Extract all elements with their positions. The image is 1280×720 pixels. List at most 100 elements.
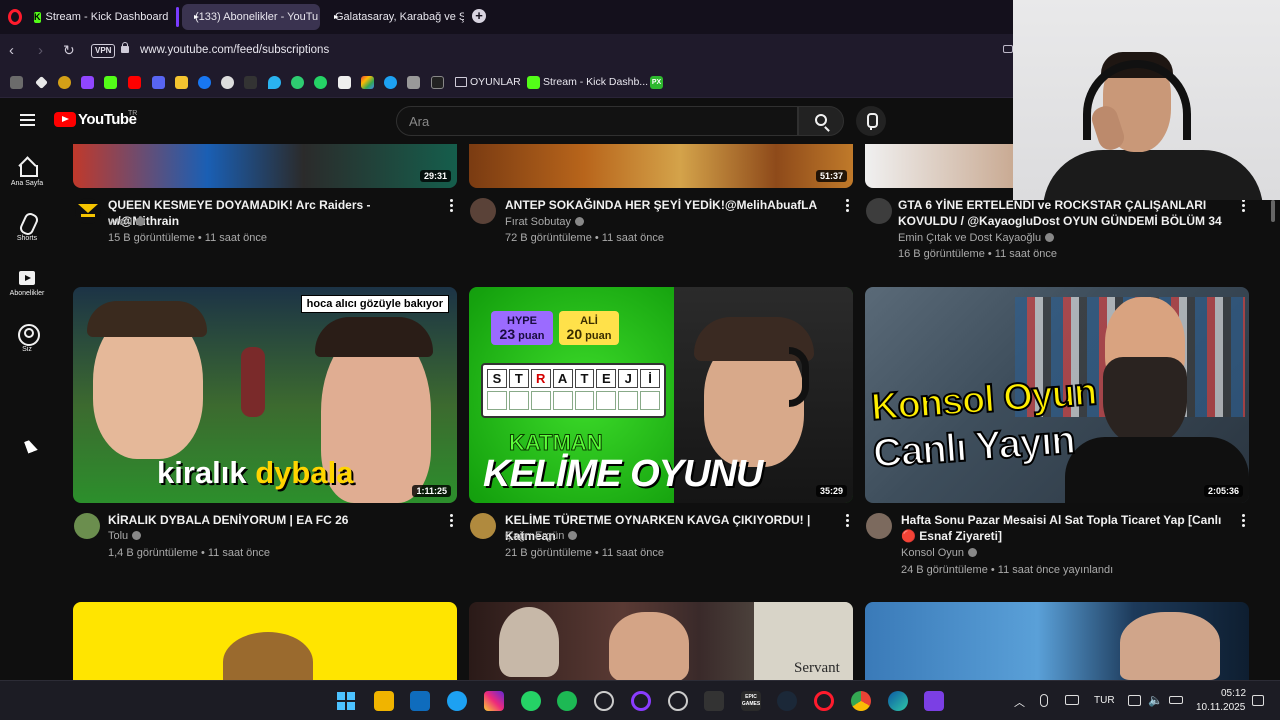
chatgpt-icon[interactable] <box>594 691 614 711</box>
channel-avatar[interactable] <box>74 513 100 539</box>
more-options-icon[interactable] <box>1241 199 1245 213</box>
px-icon[interactable]: PX <box>650 76 663 89</box>
video-title[interactable]: Hafta Sonu Pazar Mesaisi Al Sat Topla Ti… <box>901 512 1231 544</box>
app-icon[interactable] <box>704 691 724 711</box>
url-field[interactable]: www.youtube.com/feed/subscriptions <box>140 44 329 56</box>
language-indicator[interactable]: TUR <box>1094 695 1115 706</box>
video-thumbnail[interactable] <box>73 602 457 680</box>
tab-subscriptions[interactable]: (133) Abonelikler - YouTu <box>182 4 320 30</box>
instagram-icon[interactable] <box>484 691 504 711</box>
chatgpt-icon[interactable] <box>221 76 234 89</box>
channel-name[interactable]: wtcN <box>108 216 146 228</box>
channel-name[interactable]: Emin Çıtak ve Dost Kayaoğlu <box>898 232 1055 244</box>
camera-icon[interactable] <box>1003 45 1013 53</box>
more-options-icon[interactable] <box>449 199 453 213</box>
bookmark-icon[interactable] <box>58 76 71 89</box>
youtube-logo-icon[interactable] <box>54 112 76 127</box>
channel-avatar[interactable] <box>866 513 892 539</box>
clock-date[interactable]: 10.11.2025 <box>1196 702 1245 713</box>
keyboard-icon[interactable] <box>1065 695 1079 705</box>
video-thumbnail[interactable] <box>865 602 1249 680</box>
steam-icon[interactable] <box>777 691 797 711</box>
bookmark-icon[interactable] <box>244 76 257 89</box>
bookmark-icon[interactable] <box>291 76 304 89</box>
reload-icon[interactable]: ↻ <box>63 42 75 59</box>
video-thumbnail[interactable]: hoca alıcı gözüyle bakıyor kiralık dybal… <box>73 287 457 503</box>
sidebar-item-subscriptions[interactable]: Abonelikler <box>0 267 54 297</box>
channel-name[interactable]: Konsol Oyun <box>901 547 977 559</box>
edge-icon[interactable] <box>888 691 908 711</box>
document-icon[interactable] <box>338 76 351 89</box>
menu-icon[interactable] <box>20 114 35 126</box>
tray-expand-icon[interactable]: ︿ <box>1014 694 1025 710</box>
bookmark-icon[interactable] <box>384 76 397 89</box>
video-thumbnail[interactable]: 29:31 <box>73 144 457 188</box>
bookmark-icon[interactable] <box>361 76 374 89</box>
bookmark-icon[interactable] <box>268 76 281 89</box>
facebook-icon[interactable] <box>198 76 211 89</box>
folder-icon[interactable] <box>455 77 467 87</box>
youtube-icon[interactable] <box>128 76 141 89</box>
more-options-icon[interactable] <box>845 514 849 528</box>
sidebar-item-you[interactable]: Siz <box>0 323 54 353</box>
clock-time[interactable]: 05:12 <box>1221 688 1246 699</box>
new-tab-button[interactable]: + <box>472 9 486 23</box>
obs-clapper-icon[interactable] <box>924 691 944 711</box>
opera-icon[interactable] <box>814 691 834 711</box>
lock-icon[interactable] <box>121 42 129 53</box>
vpn-badge[interactable]: VPN <box>91 44 116 58</box>
video-title[interactable]: GTA 6 YİNE ERTELENDİ ve ROCKSTAR ÇALIŞAN… <box>898 197 1228 229</box>
whatsapp-icon[interactable] <box>521 691 541 711</box>
video-title[interactable]: KİRALIK DYBALA DENİYORUM | EA FC 26 <box>108 512 438 528</box>
bookmark-icon[interactable] <box>175 76 188 89</box>
search-input[interactable] <box>409 107 789 135</box>
tab-galatasaray[interactable]: Galatasaray, Karabağ ve Ş <box>322 4 464 30</box>
bookmark-icon[interactable] <box>35 76 48 89</box>
more-options-icon[interactable] <box>449 514 453 528</box>
more-options-icon[interactable] <box>845 199 849 213</box>
twitter-icon[interactable] <box>447 691 467 711</box>
chrome-icon[interactable] <box>851 691 871 711</box>
bookmark-icon[interactable] <box>431 76 444 89</box>
video-thumbnail[interactable]: HYPE 23 puan ALİ 20 puan S T R A T E J İ K… <box>469 287 853 503</box>
video-thumbnail[interactable]: Servant <box>469 602 853 680</box>
battery-icon[interactable] <box>1169 696 1183 704</box>
network-icon[interactable] <box>1128 695 1141 706</box>
file-explorer-icon[interactable] <box>374 691 394 711</box>
whatsapp-icon[interactable] <box>314 76 327 89</box>
channel-name[interactable]: Fırat Sobutay <box>505 216 585 228</box>
app-icon[interactable] <box>631 691 651 711</box>
more-options-icon[interactable] <box>1241 514 1245 528</box>
opera-logo-icon[interactable] <box>8 9 22 25</box>
sidebar-item-home[interactable]: Ana Sayfa <box>0 157 54 187</box>
bookmark-icon[interactable] <box>10 76 23 89</box>
channel-avatar[interactable] <box>75 198 101 224</box>
voice-search-button[interactable] <box>856 106 886 136</box>
volume-icon[interactable]: 🔈 <box>1148 693 1163 707</box>
forward-icon[interactable]: › <box>38 42 43 59</box>
twitch-icon[interactable] <box>81 76 94 89</box>
notifications-icon[interactable] <box>1252 695 1264 706</box>
search-button[interactable] <box>798 106 844 136</box>
discord-icon[interactable] <box>152 76 165 89</box>
outlook-icon[interactable] <box>410 691 430 711</box>
bookmark-kick-label[interactable]: Stream - Kick Dashb... <box>543 76 648 88</box>
back-icon[interactable]: ‹ <box>9 42 14 59</box>
page-scrollbar[interactable] <box>1271 200 1275 222</box>
kick-icon[interactable] <box>527 76 540 89</box>
video-title[interactable]: QUEEN KESMEYE DOYAMADIK! Arc Raiders - w… <box>108 197 438 229</box>
bookmark-icon[interactable] <box>407 76 420 89</box>
video-thumbnail[interactable]: 51:37 <box>469 144 853 188</box>
sidebar-item-shorts[interactable]: Shorts <box>0 212 54 242</box>
tab-kick-dashboard[interactable]: K Stream - Kick Dashboard <box>26 4 168 30</box>
channel-avatar[interactable] <box>470 198 496 224</box>
epic-games-icon[interactable]: EPIC GAMES <box>741 691 761 711</box>
video-title[interactable]: ANTEP SOKAĞINDA HER ŞEYİ YEDİK!@MelihAbu… <box>505 197 835 213</box>
channel-avatar[interactable] <box>470 513 496 539</box>
bookmark-folder-label[interactable]: OYUNLAR <box>470 76 521 88</box>
microphone-icon[interactable] <box>1040 694 1048 707</box>
channel-avatar[interactable] <box>866 198 892 224</box>
spotify-icon[interactable] <box>557 691 577 711</box>
app-icon[interactable] <box>668 691 688 711</box>
video-thumbnail[interactable]: Konsol Oyun Canlı Yayın 2:05:36 <box>865 287 1249 503</box>
